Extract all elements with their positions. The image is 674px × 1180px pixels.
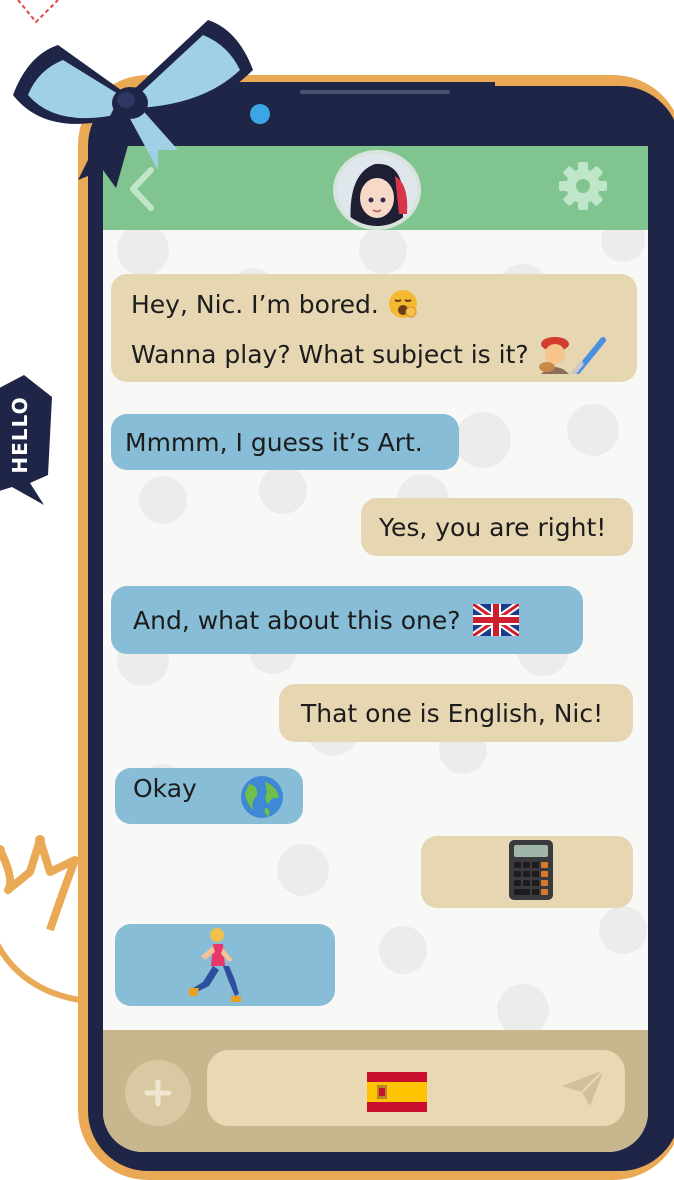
hello-tag-decoration: HELLO [0, 375, 56, 510]
composer-bar [103, 1030, 648, 1152]
runner-emoji [189, 928, 241, 1002]
message-bubble-outgoing: That one is English, Nic! [279, 684, 633, 742]
message-text: And, what about this one? [133, 605, 461, 635]
spain-flag-emoji [367, 1072, 427, 1112]
message-bubble-incoming: Okay [115, 768, 303, 824]
add-button[interactable] [125, 1060, 191, 1126]
message-bubble-outgoing [421, 836, 633, 908]
message-bubble-incoming [115, 924, 335, 1006]
message-bubble-incoming: Mmmm, I guess it’s Art. [111, 414, 459, 470]
send-button[interactable] [555, 1064, 611, 1112]
gear-icon [559, 162, 607, 210]
girl-avatar-icon [337, 154, 417, 226]
message-text: Hey, Nic. I’m bored. [131, 289, 379, 319]
message-text: Yes, you are right! [379, 512, 607, 542]
uk-flag-emoji [472, 604, 519, 636]
calculator-emoji [509, 840, 553, 900]
plus-icon [144, 1079, 172, 1107]
message-bubble-outgoing: Yes, you are right! [361, 498, 633, 556]
message-bubble-incoming: Hey, Nic. I’m bored. Wanna play? What su… [111, 274, 637, 382]
artist-emoji [538, 337, 606, 374]
bow-decoration [13, 20, 253, 188]
message-input[interactable] [207, 1050, 625, 1126]
speaker-grille [300, 90, 450, 94]
message-bubble-incoming: And, what about this one? [111, 586, 583, 654]
globe-emoji [241, 776, 283, 818]
contact-avatar[interactable] [333, 150, 421, 230]
message-text: Wanna play? What subject is it? [131, 339, 529, 369]
yawning-face-emoji [388, 290, 417, 318]
send-icon [562, 1069, 605, 1106]
settings-button[interactable] [555, 158, 611, 214]
crown-decoration [0, 835, 81, 1003]
message-text: That one is English, Nic! [301, 698, 604, 728]
front-camera [250, 104, 270, 124]
message-text: Okay [133, 774, 197, 803]
hello-tag-text: HELLO [8, 396, 32, 474]
chat-screen: Hey, Nic. I’m bored. Wanna play? What su… [103, 146, 648, 1152]
message-text: Mmmm, I guess it’s Art. [125, 427, 423, 457]
